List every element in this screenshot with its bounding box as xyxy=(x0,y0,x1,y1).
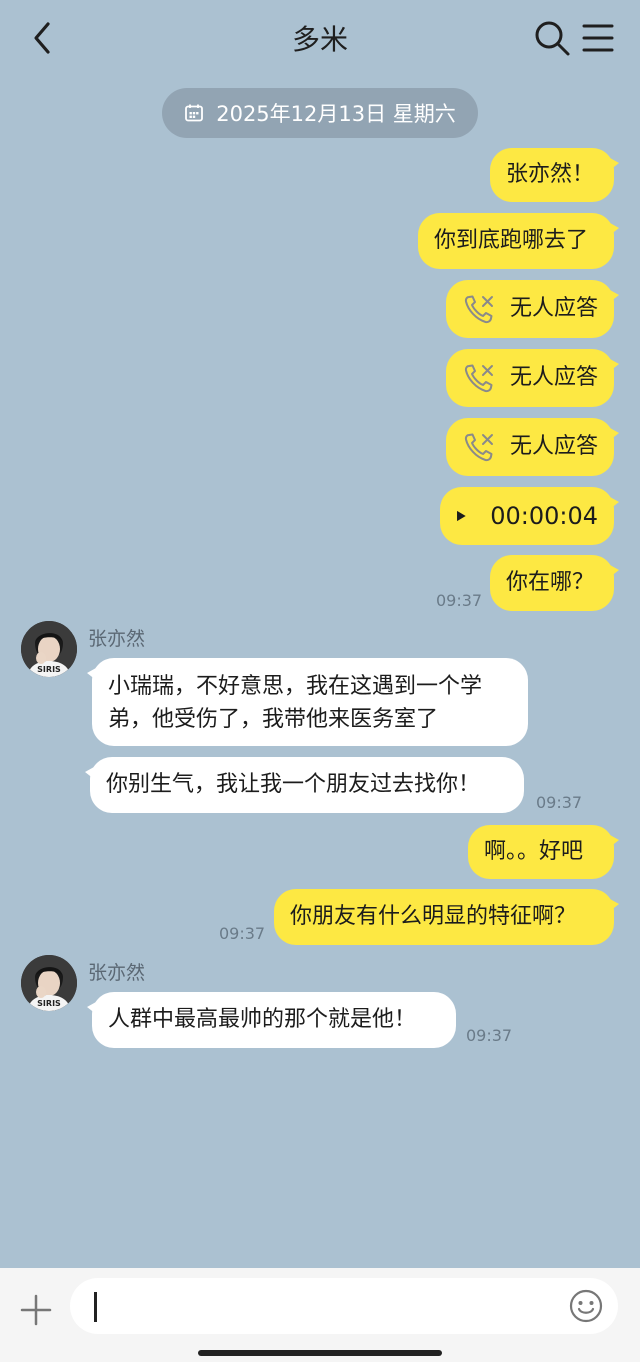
message-bubble-incoming[interactable]: 人群中最高最帅的那个就是他！ xyxy=(87,992,456,1048)
emoji-icon xyxy=(569,1289,603,1323)
add-attachment-button[interactable] xyxy=(16,1290,56,1330)
top-bar: 多米 xyxy=(0,0,640,74)
missed-call-icon xyxy=(464,433,493,462)
message-bubble-incoming[interactable]: 小瑞瑞，不好意思，我在这遇到一个学弟，他受伤了，我带他来医务室了 xyxy=(87,658,528,746)
sender-name: 张亦然 xyxy=(88,628,146,650)
play-icon xyxy=(457,510,466,522)
text-cursor xyxy=(94,1292,97,1322)
menu-button[interactable] xyxy=(578,18,618,58)
message-bubble-outgoing[interactable]: 啊。。好吧 xyxy=(468,825,619,879)
message-timestamp: 09:37 xyxy=(219,924,266,943)
message-timestamp: 09:37 xyxy=(436,591,483,610)
message-input-bar xyxy=(0,1268,640,1362)
voice-message-bubble[interactable]: 00:00:04 xyxy=(440,487,619,545)
date-text: 2025年12月13日 星期六 xyxy=(216,102,456,126)
missed-call-bubble[interactable]: 无人应答 xyxy=(446,349,619,407)
message-bubble-outgoing[interactable]: 你朋友有什么明显的特征啊？ xyxy=(274,889,619,945)
emoji-button[interactable] xyxy=(568,1288,604,1324)
message-bubble-outgoing[interactable]: 你到底跑哪去了 xyxy=(418,213,619,269)
message-text: 小瑞瑞，不好意思，我在这遇到一个学弟，他受伤了，我带他来医务室了 xyxy=(108,674,483,732)
message-text: 无人应答 xyxy=(509,434,598,459)
back-button[interactable] xyxy=(26,18,60,58)
message-text: 啊。。好吧 xyxy=(484,839,584,864)
chevron-left-icon xyxy=(34,22,50,54)
voice-duration: 00:00:04 xyxy=(490,502,598,530)
contact-avatar-image: SIRIS xyxy=(21,621,77,677)
message-timestamp: 09:37 xyxy=(536,793,583,812)
message-text: 你别生气，我让我一个朋友过去找你！ xyxy=(106,772,481,797)
message-text: 张亦然！ xyxy=(506,162,595,187)
missed-call-icon xyxy=(464,364,493,393)
message-bubble-outgoing[interactable]: 张亦然！ xyxy=(490,148,619,202)
message-text: 人群中最高最帅的那个就是他！ xyxy=(108,1007,417,1032)
message-text: 你朋友有什么明显的特征啊？ xyxy=(290,904,577,929)
home-indicator[interactable] xyxy=(198,1350,442,1356)
message-timestamp: 09:37 xyxy=(466,1026,513,1045)
message-bubble-outgoing[interactable]: 你在哪？ xyxy=(490,555,619,611)
date-divider: 2025年12月13日 星期六 xyxy=(162,88,478,138)
missed-call-bubble[interactable]: 无人应答 xyxy=(446,418,619,476)
missed-call-bubble[interactable]: 无人应答 xyxy=(446,280,619,338)
message-text: 无人应答 xyxy=(509,365,598,390)
message-text: 你在哪？ xyxy=(506,570,595,595)
avatar[interactable]: SIRIS xyxy=(21,621,77,677)
missed-call-icon xyxy=(464,295,493,324)
message-bubble-incoming[interactable]: 你别生气，我让我一个朋友过去找你！ xyxy=(85,757,524,813)
svg-text:SIRIS: SIRIS xyxy=(37,665,61,674)
search-icon xyxy=(535,21,570,56)
search-button[interactable] xyxy=(532,18,572,58)
sender-name: 张亦然 xyxy=(88,962,146,984)
contact-avatar-image: SIRIS xyxy=(21,955,77,1011)
plus-icon xyxy=(20,1294,52,1326)
avatar[interactable]: SIRIS xyxy=(21,955,77,1011)
menu-icon xyxy=(582,24,614,52)
svg-text:SIRIS: SIRIS xyxy=(37,999,61,1008)
message-input[interactable] xyxy=(70,1278,618,1334)
calendar-icon xyxy=(185,104,204,122)
message-text: 无人应答 xyxy=(509,296,598,321)
message-text: 你到底跑哪去了 xyxy=(434,228,589,253)
